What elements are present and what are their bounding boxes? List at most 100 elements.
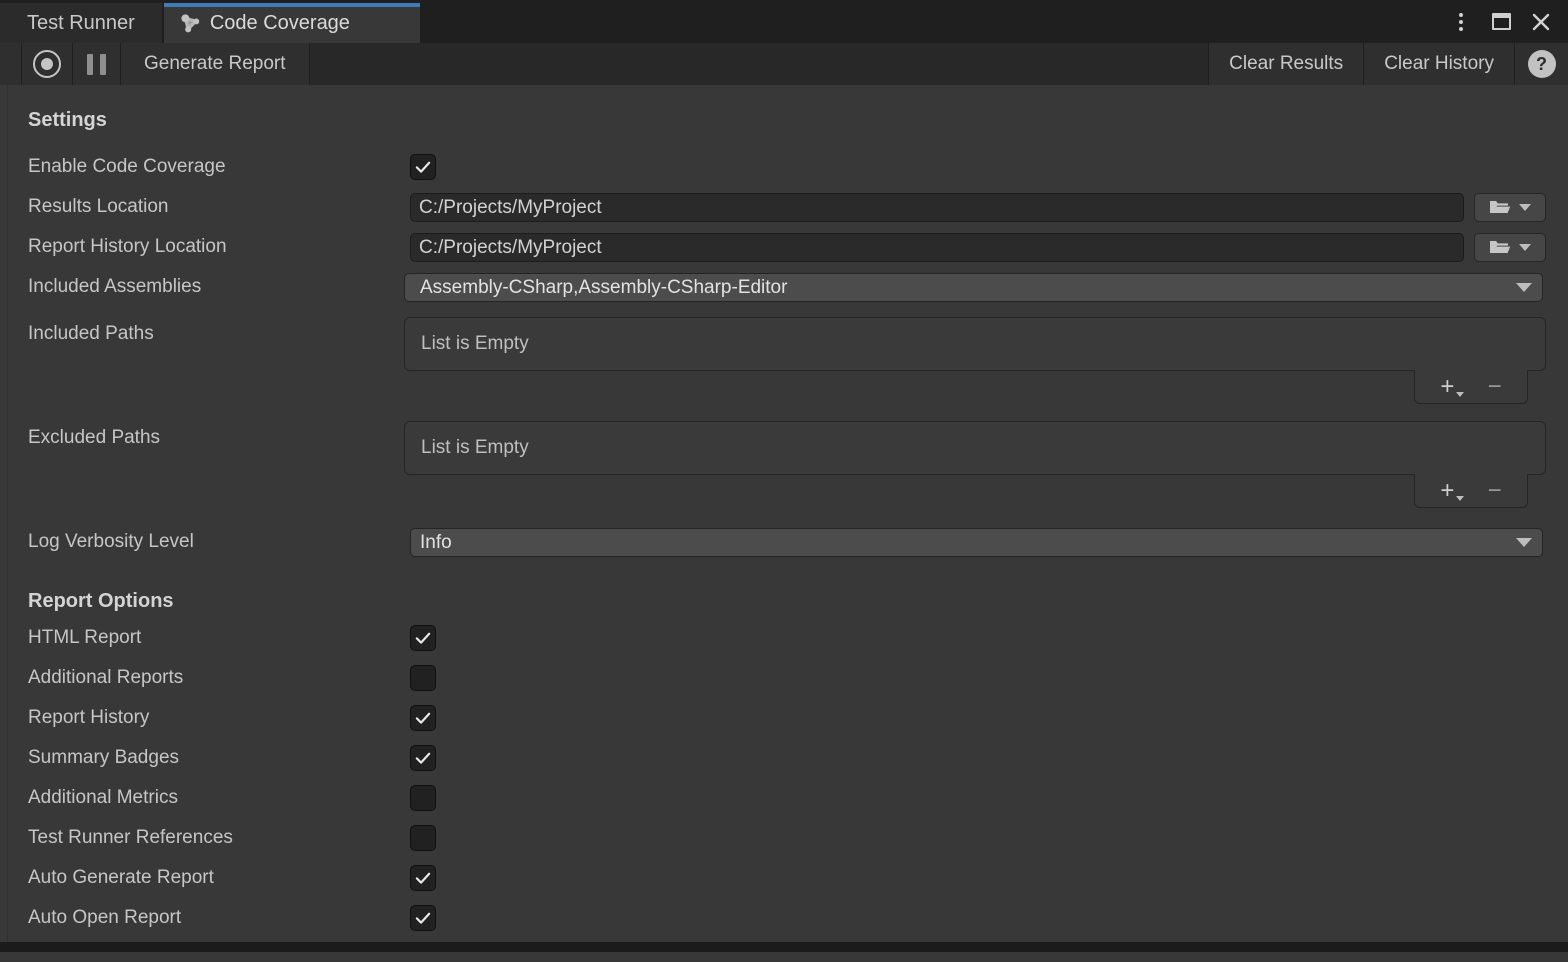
chevron-down-icon bbox=[1516, 538, 1532, 547]
clear-results-button[interactable]: Clear Results bbox=[1208, 43, 1363, 85]
add-item-button[interactable]: + bbox=[1440, 479, 1462, 503]
enable-coverage-checkbox[interactable] bbox=[410, 154, 436, 180]
remove-item-button[interactable]: − bbox=[1488, 375, 1502, 399]
log-verbosity-row: Log Verbosity Level Info bbox=[28, 522, 1546, 562]
code-coverage-window: Test Runner Code Coverage bbox=[0, 0, 1568, 962]
settings-heading: Settings bbox=[28, 107, 1546, 133]
remove-item-button[interactable]: − bbox=[1488, 479, 1502, 503]
included-assemblies-dropdown[interactable]: Assembly-CSharp,Assembly-CSharp-Editor bbox=[404, 273, 1543, 302]
excluded-paths-footer: + − bbox=[1414, 474, 1528, 508]
report-option-row: Test Runner References bbox=[28, 818, 1546, 858]
folder-icon bbox=[1489, 199, 1511, 215]
report-option-label: Report History bbox=[28, 707, 410, 729]
report-option-checkbox[interactable] bbox=[410, 785, 436, 811]
history-location-row: Report History Location C:/Projects/MyPr… bbox=[28, 227, 1546, 267]
toolbar-lead-segment bbox=[0, 43, 22, 85]
tab-bar: Test Runner Code Coverage bbox=[0, 0, 1568, 43]
window-controls bbox=[1434, 0, 1568, 43]
report-option-label: HTML Report bbox=[28, 627, 410, 649]
results-location-label: Results Location bbox=[28, 196, 410, 218]
tab-code-coverage-label: Code Coverage bbox=[210, 12, 350, 35]
report-option-checkbox[interactable] bbox=[410, 825, 436, 851]
included-paths-row: Included Paths List is Empty + − bbox=[28, 317, 1546, 404]
record-button[interactable] bbox=[22, 43, 73, 85]
included-paths-empty[interactable]: List is Empty bbox=[404, 317, 1546, 371]
log-verbosity-value: Info bbox=[420, 532, 452, 553]
history-location-browse-button[interactable] bbox=[1474, 233, 1546, 262]
generate-report-label: Generate Report bbox=[144, 53, 286, 75]
log-verbosity-dropdown[interactable]: Info bbox=[410, 528, 1543, 557]
tab-code-coverage[interactable]: Code Coverage bbox=[164, 3, 420, 43]
included-paths-list: List is Empty + − bbox=[404, 317, 1546, 404]
report-option-checkbox[interactable] bbox=[410, 705, 436, 731]
pause-icon bbox=[87, 54, 106, 75]
report-option-label: Additional Metrics bbox=[28, 787, 410, 809]
report-option-checkbox[interactable] bbox=[410, 665, 436, 691]
report-option-label: Auto Generate Report bbox=[28, 867, 410, 889]
report-option-row: Summary Badges bbox=[28, 738, 1546, 778]
clear-history-button[interactable]: Clear History bbox=[1363, 43, 1514, 85]
checkmark-icon bbox=[413, 908, 433, 928]
report-option-row: Auto Open Report bbox=[28, 898, 1546, 938]
report-option-label: Test Runner References bbox=[28, 827, 410, 849]
history-location-input[interactable]: C:/Projects/MyProject bbox=[410, 233, 1464, 262]
checkmark-icon bbox=[413, 157, 433, 177]
included-paths-label: Included Paths bbox=[28, 317, 410, 347]
report-options-heading: Report Options bbox=[28, 588, 1546, 614]
results-location-browse-button[interactable] bbox=[1474, 193, 1546, 222]
enable-coverage-label: Enable Code Coverage bbox=[28, 156, 410, 178]
kebab-menu-icon bbox=[1459, 13, 1463, 31]
folder-icon bbox=[1489, 239, 1511, 255]
maximize-button[interactable] bbox=[1486, 7, 1516, 37]
report-option-row: Additional Metrics bbox=[28, 778, 1546, 818]
generate-report-button[interactable]: Generate Report bbox=[121, 43, 310, 85]
excluded-paths-label: Excluded Paths bbox=[28, 421, 410, 451]
report-option-checkbox[interactable] bbox=[410, 905, 436, 931]
settings-panel: Settings Enable Code Coverage Results Lo… bbox=[0, 85, 1568, 942]
report-option-label: Summary Badges bbox=[28, 747, 410, 769]
included-assemblies-value: Assembly-CSharp,Assembly-CSharp-Editor bbox=[420, 277, 787, 298]
included-assemblies-label: Included Assemblies bbox=[28, 276, 410, 298]
record-icon bbox=[33, 50, 61, 78]
toolbar-spacer bbox=[310, 43, 1209, 85]
window-menu-button[interactable] bbox=[1446, 7, 1476, 37]
report-option-checkbox[interactable] bbox=[410, 625, 436, 651]
excluded-paths-row: Excluded Paths List is Empty + − bbox=[28, 421, 1546, 508]
history-location-label: Report History Location bbox=[28, 236, 410, 258]
included-assemblies-row: Included Assemblies Assembly-CSharp,Asse… bbox=[28, 267, 1546, 307]
checkmark-icon bbox=[413, 748, 433, 768]
code-coverage-icon bbox=[180, 13, 201, 34]
checkmark-icon bbox=[413, 628, 433, 648]
report-options-list: HTML Report Additional Reports Report Hi… bbox=[28, 618, 1546, 938]
results-location-row: Results Location C:/Projects/MyProject bbox=[28, 187, 1546, 227]
report-option-checkbox[interactable] bbox=[410, 865, 436, 891]
tab-test-runner[interactable]: Test Runner bbox=[0, 3, 162, 43]
close-icon bbox=[1530, 11, 1552, 33]
clear-history-label: Clear History bbox=[1384, 53, 1494, 75]
toolbar: Generate Report Clear Results Clear Hist… bbox=[0, 43, 1568, 85]
chevron-down-icon bbox=[1519, 204, 1531, 211]
checkmark-icon bbox=[413, 708, 433, 728]
report-option-row: Auto Generate Report bbox=[28, 858, 1546, 898]
chevron-down-icon bbox=[1519, 244, 1531, 251]
chevron-down-icon bbox=[1516, 283, 1532, 292]
report-option-row: Report History bbox=[28, 698, 1546, 738]
report-option-label: Auto Open Report bbox=[28, 907, 410, 929]
report-option-row: HTML Report bbox=[28, 618, 1546, 658]
report-option-label: Additional Reports bbox=[28, 667, 410, 689]
log-verbosity-label: Log Verbosity Level bbox=[28, 531, 410, 553]
excluded-paths-empty[interactable]: List is Empty bbox=[404, 421, 1546, 475]
clear-results-label: Clear Results bbox=[1229, 53, 1343, 75]
add-item-button[interactable]: + bbox=[1440, 375, 1462, 399]
report-option-checkbox[interactable] bbox=[410, 745, 436, 771]
maximize-icon bbox=[1492, 13, 1511, 30]
enable-coverage-row: Enable Code Coverage bbox=[28, 147, 1546, 187]
help-icon: ? bbox=[1528, 50, 1556, 78]
help-button[interactable]: ? bbox=[1514, 43, 1568, 85]
included-paths-footer: + − bbox=[1414, 370, 1528, 404]
excluded-paths-list: List is Empty + − bbox=[404, 421, 1546, 508]
close-button[interactable] bbox=[1526, 7, 1556, 37]
results-location-input[interactable]: C:/Projects/MyProject bbox=[410, 193, 1464, 222]
pause-button[interactable] bbox=[73, 43, 121, 85]
checkmark-icon bbox=[413, 868, 433, 888]
